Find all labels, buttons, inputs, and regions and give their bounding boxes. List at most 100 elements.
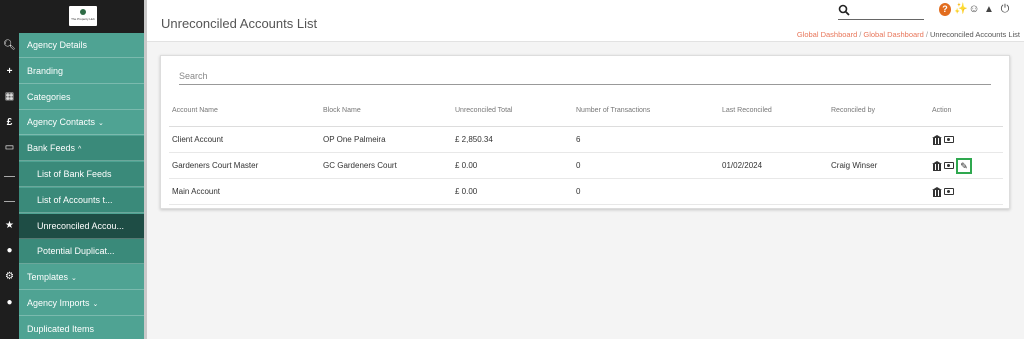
column-header[interactable]: Number of Transactions bbox=[573, 96, 719, 127]
breadcrumb-link[interactable]: Global Dashboard bbox=[797, 30, 857, 39]
account-name-cell: Main Account bbox=[169, 178, 320, 205]
sidebar-item-label: Bank Feeds bbox=[27, 143, 76, 153]
action-cell: ✎ bbox=[929, 152, 1003, 179]
table-row: Main Account £ 0.00 0 bbox=[169, 178, 1003, 205]
plus-icon[interactable]: + bbox=[0, 66, 19, 78]
cash-icon[interactable] bbox=[944, 135, 954, 143]
sidebar-item-branding[interactable]: Branding bbox=[19, 59, 145, 84]
action-cell bbox=[929, 126, 1003, 153]
monitor-icon[interactable]: ▭ bbox=[0, 142, 19, 154]
transactions-cell: 6 bbox=[573, 126, 719, 153]
sidebar-item-label: List of Accounts t... bbox=[37, 195, 113, 205]
last-reconciled-cell bbox=[719, 126, 828, 153]
breadcrumb-current: Unreconciled Accounts List bbox=[929, 30, 1020, 39]
sidebar-item-agency-details[interactable]: Agency Details bbox=[19, 33, 145, 58]
sidebar-item-agency-contacts[interactable]: Agency Contacts ⌄ bbox=[19, 110, 145, 135]
edit-button[interactable]: ✎ bbox=[956, 157, 972, 174]
pound-icon[interactable]: £ bbox=[0, 117, 19, 129]
tag-icon[interactable]: ✨ bbox=[954, 3, 968, 16]
cash-icon[interactable] bbox=[944, 161, 954, 169]
sidebar-item-list-of-bank-feeds[interactable]: List of Bank Feeds bbox=[19, 162, 145, 187]
chevron-down-icon: ⌄ bbox=[98, 120, 104, 127]
sidebar-item-templates[interactable]: Templates ⌄ bbox=[19, 265, 145, 290]
page-title: Unreconciled Accounts List bbox=[161, 16, 318, 31]
breadcrumb-link[interactable]: Global Dashboard bbox=[863, 30, 923, 39]
transactions-cell: 0 bbox=[573, 178, 719, 205]
lightbulb-icon[interactable]: ● bbox=[0, 245, 19, 257]
breadcrumb-separator: / bbox=[925, 30, 928, 39]
sidebar-item-label: Unreconciled Accou... bbox=[37, 221, 125, 231]
table-row: Client Account OP One Palmeira £ 2,850.3… bbox=[169, 126, 1003, 153]
tree-icon bbox=[80, 9, 86, 15]
briefcase-icon[interactable]: ▦ bbox=[0, 91, 19, 103]
rail-divider bbox=[4, 176, 15, 177]
sidebar-item-label: Branding bbox=[27, 66, 64, 76]
block-name-cell bbox=[320, 178, 452, 205]
table-row: Gardeners Court Master GC Gardeners Cour… bbox=[169, 152, 1003, 179]
table-header-row: Account Name Block Name Unreconciled Tot… bbox=[169, 96, 1003, 127]
search-icon[interactable]: 🔍︎ bbox=[0, 40, 19, 52]
sidebar-item-bank-feeds[interactable]: Bank Feeds ^ bbox=[19, 136, 145, 161]
breadcrumb-separator: / bbox=[859, 30, 862, 39]
column-header[interactable]: Account Name bbox=[169, 96, 320, 127]
sidebar-item-duplicated-items[interactable]: Duplicated Items bbox=[19, 317, 145, 339]
sidebar-item-label: Agency Imports bbox=[27, 298, 90, 308]
bank-icon[interactable] bbox=[932, 186, 942, 197]
graduation-cap-icon[interactable]: ▲ bbox=[983, 3, 995, 16]
page-header: Unreconciled Accounts List ? ✨ ☺ ▲ ⏻ Glo… bbox=[147, 0, 1024, 42]
column-header: Action bbox=[929, 96, 1003, 127]
logo[interactable]: The Property Hub bbox=[69, 6, 97, 26]
user-icon[interactable]: ● bbox=[0, 297, 19, 309]
breadcrumb: Global Dashboard / Global Dashboard / Unreco… bbox=[797, 30, 1020, 39]
last-reconciled-cell bbox=[719, 178, 828, 205]
column-header[interactable]: Unreconciled Total bbox=[452, 96, 573, 127]
chevron-up-icon: ^ bbox=[78, 146, 82, 153]
cash-icon[interactable] bbox=[944, 187, 954, 195]
smiley-icon[interactable]: ☺ bbox=[968, 3, 980, 16]
accounts-card: Account Name Block Name Unreconciled Tot… bbox=[160, 55, 1010, 209]
sidebar-item-label: Agency Contacts bbox=[27, 117, 96, 127]
action-cell bbox=[929, 178, 1003, 205]
top-search-input[interactable] bbox=[838, 19, 924, 20]
unreconciled-total-cell: £ 0.00 bbox=[452, 178, 573, 205]
reconciled-by-cell: Craig Winser bbox=[828, 152, 929, 179]
help-icon[interactable]: ? bbox=[939, 3, 951, 16]
sidebar-item-unreconciled-accounts[interactable]: Unreconciled Accou... bbox=[19, 214, 145, 239]
search-input[interactable] bbox=[179, 69, 991, 83]
block-name-cell: GC Gardeners Court bbox=[320, 152, 452, 179]
column-header[interactable]: Last Reconciled bbox=[719, 96, 828, 127]
sidebar: The Property Hub Agency Details Branding… bbox=[19, 0, 145, 339]
sidebar-item-label: Categories bbox=[27, 92, 71, 102]
star-icon[interactable]: ★ bbox=[0, 220, 19, 232]
column-header[interactable]: Block Name bbox=[320, 96, 452, 127]
account-name-cell: Client Account bbox=[169, 126, 320, 153]
power-icon[interactable]: ⏻ bbox=[999, 3, 1011, 16]
bank-icon[interactable] bbox=[932, 134, 942, 145]
sidebar-item-agency-imports[interactable]: Agency Imports ⌄ bbox=[19, 291, 145, 316]
bank-icon[interactable] bbox=[932, 160, 942, 171]
unreconciled-total-cell: £ 0.00 bbox=[452, 152, 573, 179]
wrench-icon[interactable]: ⚙ bbox=[0, 271, 19, 283]
last-reconciled-cell: 01/02/2024 bbox=[719, 152, 828, 179]
logo-text: The Property Hub bbox=[71, 17, 95, 21]
rail-divider bbox=[4, 201, 15, 202]
sidebar-divider bbox=[144, 0, 147, 339]
column-header[interactable]: Reconciled by bbox=[828, 96, 929, 127]
chevron-down-icon: ⌄ bbox=[71, 275, 77, 282]
logo-area: The Property Hub bbox=[19, 0, 145, 33]
sidebar-item-list-of-accounts[interactable]: List of Accounts t... bbox=[19, 188, 145, 213]
reconciled-by-cell bbox=[828, 126, 929, 153]
account-name-cell: Gardeners Court Master bbox=[169, 152, 320, 179]
block-name-cell: OP One Palmeira bbox=[320, 126, 452, 153]
search-icon[interactable] bbox=[838, 4, 850, 16]
sidebar-item-potential-duplicates[interactable]: Potential Duplicat... bbox=[19, 239, 145, 264]
reconciled-by-cell bbox=[828, 178, 929, 205]
sidebar-item-label: Duplicated Items bbox=[27, 324, 95, 334]
sidebar-item-label: Agency Details bbox=[27, 40, 88, 50]
search-field bbox=[179, 69, 991, 85]
chevron-down-icon: ⌄ bbox=[92, 301, 99, 308]
sidebar-item-label: Templates bbox=[27, 272, 69, 282]
sidebar-item-label: Potential Duplicat... bbox=[37, 246, 115, 256]
unreconciled-total-cell: £ 2,850.34 bbox=[452, 126, 573, 153]
sidebar-item-categories[interactable]: Categories bbox=[19, 85, 145, 110]
